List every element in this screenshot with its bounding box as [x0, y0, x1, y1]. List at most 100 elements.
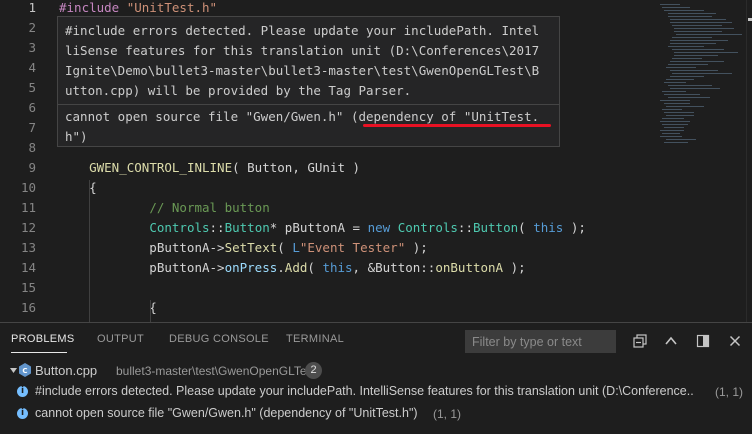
- cpp-file-icon: C: [18, 362, 32, 378]
- problem-file-row[interactable]: C Button.cpp bullet3-master\test\GwenOpe…: [0, 359, 752, 381]
- code-token: this: [322, 260, 353, 275]
- line-number: 3: [28, 40, 36, 55]
- code-token: );: [563, 220, 586, 235]
- code-token: * pButtonA =: [269, 220, 368, 235]
- code-line[interactable]: GWEN_CONTROL_INLINE( Button, GUnit ): [59, 158, 360, 178]
- code-token: pButtonA->: [59, 260, 225, 275]
- info-icon: i: [17, 386, 28, 397]
- code-token: this: [533, 220, 564, 235]
- minimap-line: [666, 106, 704, 107]
- minimap-line: [664, 142, 688, 143]
- line-number: 7: [28, 120, 36, 135]
- minimap-line: [664, 94, 700, 95]
- line-number: 2: [28, 20, 36, 35]
- code-token: (: [277, 240, 293, 255]
- annotation-underline: [363, 124, 551, 127]
- minimap[interactable]: [652, 0, 748, 160]
- minimap-line: [672, 49, 724, 50]
- code-token: #include: [59, 0, 127, 15]
- minimap-line: [674, 55, 718, 56]
- minimap-line: [660, 130, 684, 131]
- tab-debug-console[interactable]: DEBUG CONSOLE: [169, 333, 269, 345]
- maximize-panel-icon[interactable]: [694, 332, 712, 350]
- collapse-all-icon[interactable]: [631, 332, 649, 350]
- code-line[interactable]: pButtonA->SetText( L"Event Tester" );: [59, 238, 428, 258]
- minimap-line: [674, 52, 738, 53]
- code-token: "Event Tester": [299, 240, 406, 255]
- overview-ruler[interactable]: [746, 0, 752, 322]
- indent-guide: [89, 180, 90, 322]
- code-token: GWEN_CONTROL_INLINE: [89, 160, 233, 175]
- tab-problems[interactable]: PROBLEMS: [11, 333, 75, 345]
- minimap-line: [664, 112, 694, 113]
- hover-text-line: #include errors detected. Please update …: [65, 23, 540, 38]
- minimap-line: [666, 79, 694, 80]
- minimap-line: [668, 13, 716, 14]
- minimap-line: [664, 103, 690, 104]
- line-number: 8: [28, 140, 36, 155]
- minimap-line: [670, 19, 726, 20]
- code-line[interactable]: {: [59, 298, 157, 318]
- minimap-line: [660, 136, 682, 137]
- problem-position: (1, 1): [715, 385, 744, 399]
- code-line[interactable]: // Normal button: [59, 198, 270, 218]
- minimap-line: [670, 76, 704, 77]
- chevron-up-icon[interactable]: [662, 332, 680, 350]
- line-number: 1: [28, 0, 36, 15]
- line-number-gutter: 1234567891011121314151617: [0, 0, 48, 322]
- code-token: Controls: [149, 220, 210, 235]
- file-path: bullet3-master\test\GwenOpenGLTest: [116, 364, 316, 378]
- code-token: Button: [224, 220, 270, 235]
- hover-text-line: liSense features for this translation un…: [65, 43, 540, 58]
- minimap-line: [660, 4, 680, 5]
- code-line[interactable]: Controls::Button* pButtonA = new Control…: [59, 218, 586, 238]
- code-token: , &Button::: [352, 260, 436, 275]
- code-token: // Normal button: [149, 200, 270, 215]
- code-token: );: [503, 260, 526, 275]
- minimap-line: [672, 25, 722, 26]
- code-token: Controls: [397, 220, 458, 235]
- line-number: 15: [20, 280, 36, 295]
- problem-position: (1, 1): [433, 407, 462, 421]
- info-icon: i: [17, 408, 28, 419]
- problem-row[interactable]: i #include errors detected. Please updat…: [0, 381, 752, 403]
- minimap-line: [668, 64, 708, 65]
- minimap-line: [672, 37, 712, 38]
- line-number: 11: [20, 200, 36, 215]
- minimap-line: [662, 124, 688, 125]
- minimap-line: [668, 46, 704, 47]
- code-token: new: [367, 220, 391, 235]
- code-token: onButtonA: [435, 260, 504, 275]
- minimap-line: [672, 73, 732, 74]
- minimap-line: [666, 115, 694, 116]
- problem-message: cannot open source file "Gwen/Gwen.h" (d…: [35, 406, 418, 420]
- minimap-line: [660, 121, 690, 122]
- minimap-line: [670, 40, 728, 41]
- hover-text-line: h"): [65, 129, 88, 144]
- code-token: ::: [209, 220, 225, 235]
- minimap-line: [662, 133, 680, 134]
- filter-input[interactable]: [465, 330, 616, 353]
- close-icon[interactable]: [726, 332, 744, 350]
- minimap-line: [674, 28, 734, 29]
- minimap-line: [670, 88, 720, 89]
- problem-row[interactable]: i cannot open source file "Gwen/Gwen.h" …: [0, 403, 752, 425]
- line-number: 9: [28, 160, 36, 175]
- code-token: L: [292, 240, 300, 255]
- minimap-line: [676, 34, 742, 35]
- chevron-down-icon[interactable]: [9, 363, 18, 382]
- line-number: 12: [20, 220, 36, 235]
- code-line[interactable]: {: [59, 178, 97, 198]
- code-editor[interactable]: 1234567891011121314151617 #include "Unit…: [0, 0, 752, 322]
- tab-output[interactable]: OUTPUT: [97, 333, 144, 345]
- code-token: "UnitTest.h": [126, 0, 218, 15]
- bottom-panel: PROBLEMS OUTPUT DEBUG CONSOLE TERMINAL C…: [0, 322, 752, 434]
- line-number: 5: [28, 80, 36, 95]
- code-line[interactable]: pButtonA->onPress.Add( this, &Button::on…: [59, 258, 526, 278]
- minimap-line: [670, 61, 724, 62]
- minimap-line: [660, 100, 690, 101]
- minimap-line: [662, 7, 690, 8]
- minimap-line: [668, 85, 712, 86]
- tab-terminal[interactable]: TERMINAL: [286, 333, 344, 345]
